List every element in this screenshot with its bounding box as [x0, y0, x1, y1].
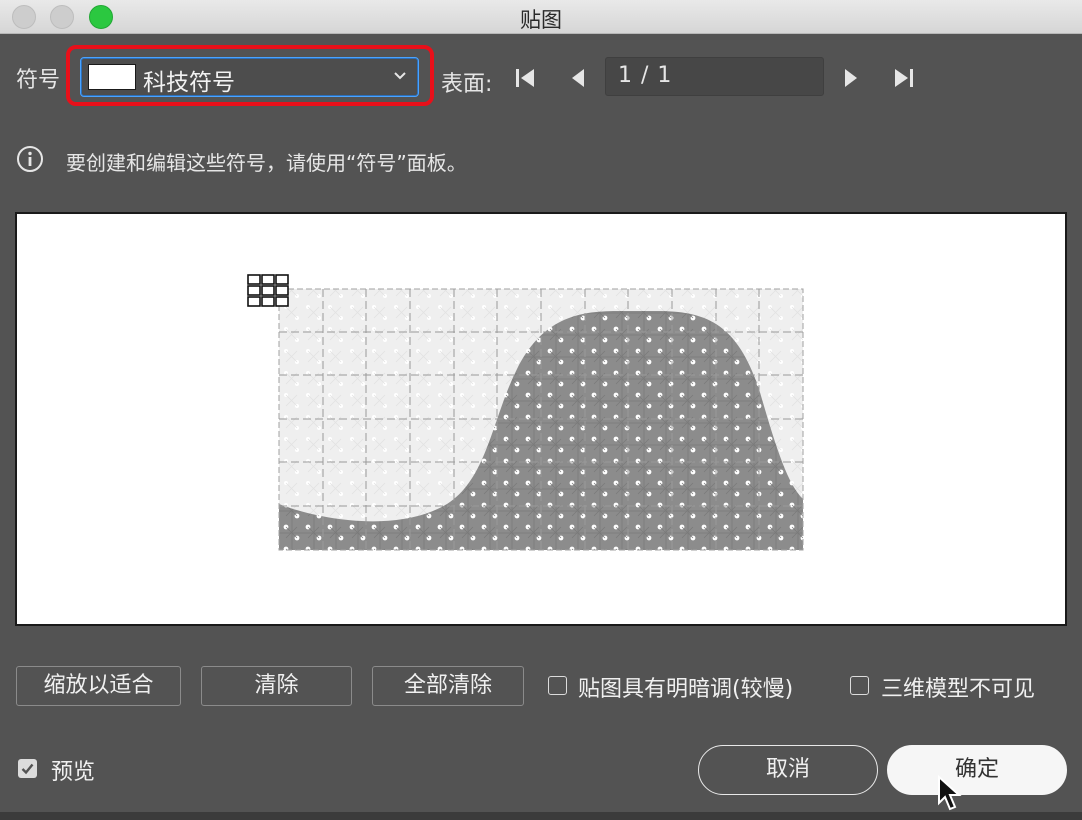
window-bottom-edge	[0, 812, 1082, 820]
invisible-geometry-checkbox[interactable]	[850, 676, 869, 695]
preview-checkbox[interactable]	[18, 759, 37, 778]
artwork-preview[interactable]	[15, 212, 1067, 626]
chevron-down-icon	[394, 72, 406, 80]
surface-map-canvas	[247, 274, 804, 551]
title-bar: 贴图	[0, 0, 1082, 34]
fit-to-view-button[interactable]: 缩放以适合	[16, 666, 181, 706]
symbol-selected-value: 科技符号	[143, 70, 235, 96]
cancel-button[interactable]: 取消	[698, 745, 878, 795]
grid-anchor-icon[interactable]	[247, 274, 289, 307]
surface-page-value: 1 / 1	[618, 63, 673, 88]
info-icon	[17, 146, 43, 172]
next-surface-icon[interactable]	[838, 65, 864, 91]
invisible-geometry-label[interactable]: 三维模型不可见	[881, 671, 1035, 703]
symbol-dropdown[interactable]: 科技符号	[80, 57, 419, 97]
checkmark-icon	[21, 763, 34, 775]
shade-artwork-checkbox[interactable]	[548, 676, 567, 695]
symbol-label: 符号	[16, 68, 61, 93]
clear-button[interactable]: 清除	[201, 666, 352, 706]
clear-all-button[interactable]: 全部清除	[372, 666, 524, 706]
surface-page-field[interactable]: 1 / 1	[605, 57, 824, 96]
preview-label[interactable]: 预览	[51, 754, 95, 786]
symbol-surface-row: 符号 科技符号 表面: 1 / 1	[0, 44, 1082, 110]
previous-surface-icon[interactable]	[566, 65, 592, 91]
symbol-swatch	[88, 64, 136, 90]
info-text: 要创建和编辑这些符号，请使用“符号”面板。	[66, 151, 467, 175]
surface-label: 表面:	[441, 72, 493, 97]
ok-button[interactable]: 确定	[887, 745, 1067, 795]
first-surface-icon[interactable]	[512, 65, 538, 91]
last-surface-icon[interactable]	[891, 65, 917, 91]
mouse-cursor-icon	[938, 775, 962, 811]
window-title: 贴图	[520, 8, 562, 32]
shade-artwork-label[interactable]: 贴图具有明暗调(较慢)	[578, 671, 793, 703]
